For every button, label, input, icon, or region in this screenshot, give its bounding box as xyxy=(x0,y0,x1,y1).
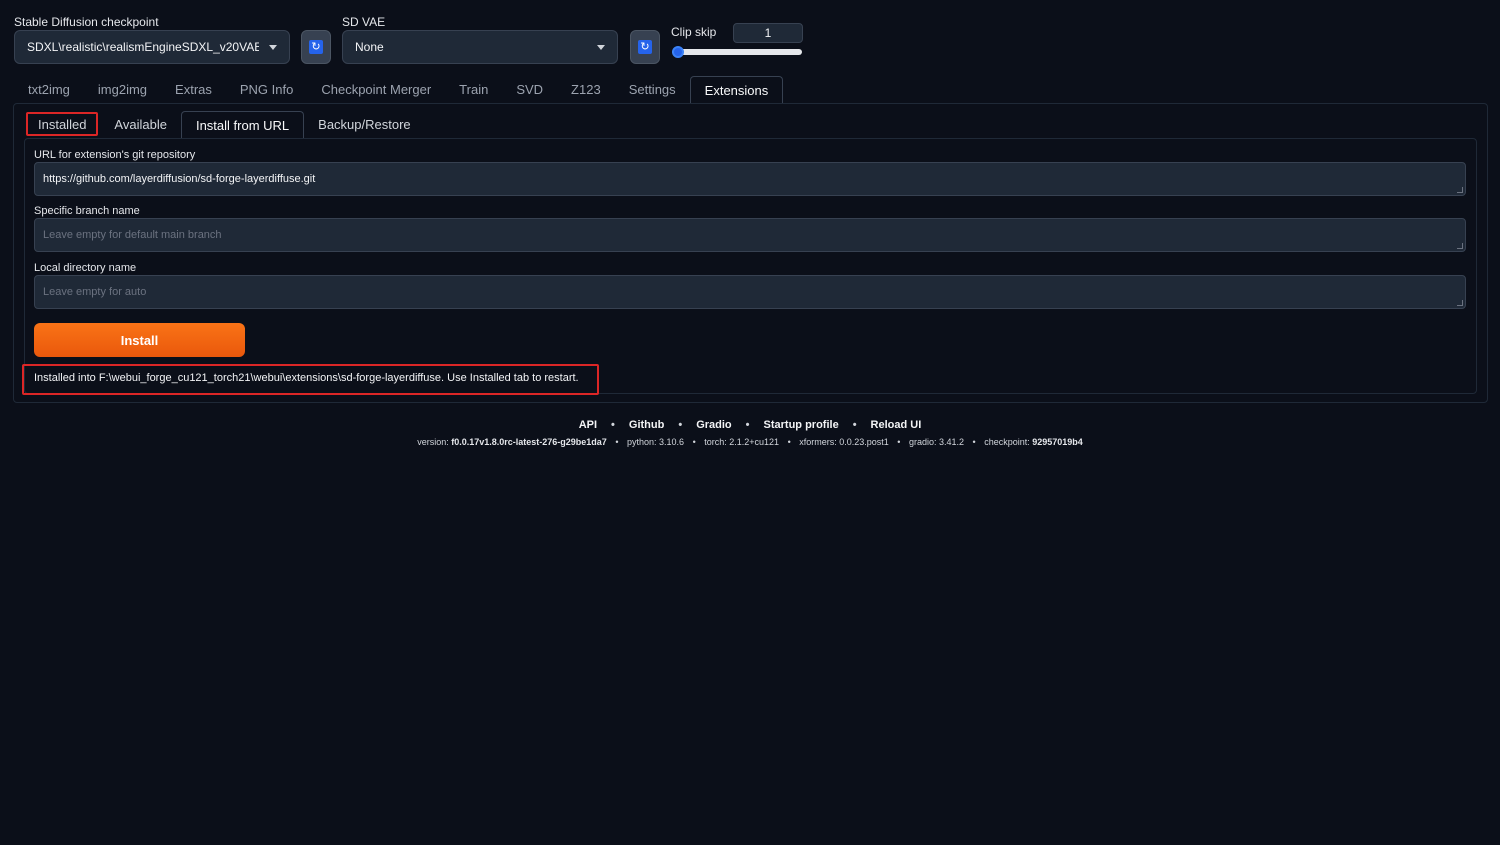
refresh-vae-button[interactable]: ↻ xyxy=(630,30,660,64)
tab-png-info[interactable]: PNG Info xyxy=(226,76,307,104)
dir-input[interactable]: Leave empty for auto xyxy=(34,275,1466,309)
tab-extensions[interactable]: Extensions xyxy=(689,76,784,104)
checkpoint-value: SDXL\realistic\realismEngineSDXL_v20VAE.… xyxy=(27,40,259,54)
tab-img2img[interactable]: img2img xyxy=(84,76,161,104)
install-button[interactable]: Install xyxy=(34,323,245,357)
checkpoint-dropdown[interactable]: SDXL\realistic\realismEngineSDXL_v20VAE.… xyxy=(14,30,290,64)
tab-checkpoint-merger[interactable]: Checkpoint Merger xyxy=(307,76,445,104)
footer-version-info: version: f0.0.17v1.8.0rc-latest-276-g29b… xyxy=(0,437,1500,447)
refresh-checkpoint-button[interactable]: ↻ xyxy=(301,30,331,64)
footer-separator: • xyxy=(745,419,750,431)
version-value: f0.0.17v1.8.0rc-latest-276-g29be1da7 xyxy=(451,437,607,447)
tab-install-from-url[interactable]: Install from URL xyxy=(180,111,305,139)
tab-txt2img[interactable]: txt2img xyxy=(14,76,84,104)
vae-dropdown[interactable]: None xyxy=(342,30,618,64)
xformers-version: xformers: 0.0.23.post1 xyxy=(799,437,889,447)
footer-link-github[interactable]: Github xyxy=(629,419,664,431)
dir-placeholder: Leave empty for auto xyxy=(43,286,147,298)
tab-available[interactable]: Available xyxy=(100,111,181,139)
url-value: https://github.com/layerdiffusion/sd-for… xyxy=(43,173,316,185)
vae-value: None xyxy=(355,40,384,54)
clip-skip-input[interactable]: 1 xyxy=(733,23,803,43)
tab-settings[interactable]: Settings xyxy=(615,76,690,104)
torch-version: torch: 2.1.2+cu121 xyxy=(704,437,780,447)
version-label: version: xyxy=(417,437,449,447)
dir-label: Local directory name xyxy=(34,262,137,274)
tab-z123[interactable]: Z123 xyxy=(557,76,615,104)
resize-grip-icon[interactable] xyxy=(1457,187,1463,193)
url-label: URL for extension's git repository xyxy=(34,149,196,161)
footer-separator: • xyxy=(897,437,901,447)
branch-input[interactable]: Leave empty for default main branch xyxy=(34,218,1466,252)
tab-train[interactable]: Train xyxy=(445,76,502,104)
footer-separator: • xyxy=(852,419,857,431)
main-tab-bar: txt2img img2img Extras PNG Info Checkpoi… xyxy=(14,76,784,104)
resize-grip-icon[interactable] xyxy=(1457,300,1463,306)
tab-backup-restore[interactable]: Backup/Restore xyxy=(304,111,425,139)
chevron-down-icon xyxy=(597,44,605,50)
tab-svd[interactable]: SVD xyxy=(502,76,557,104)
footer-link-api[interactable]: API xyxy=(579,419,597,431)
refresh-icon: ↻ xyxy=(309,40,323,54)
result-message: Installed into F:\webui_forge_cu121_torc… xyxy=(34,372,579,384)
resize-grip-icon[interactable] xyxy=(1457,243,1463,249)
vae-label: SD VAE xyxy=(342,15,386,29)
branch-label: Specific branch name xyxy=(34,205,140,217)
footer-separator: • xyxy=(678,419,683,431)
tab-extras[interactable]: Extras xyxy=(161,76,226,104)
footer-link-startup-profile[interactable]: Startup profile xyxy=(764,419,839,431)
refresh-icon: ↻ xyxy=(638,40,652,54)
highlight-installed-tab xyxy=(26,112,98,136)
footer-separator: • xyxy=(692,437,696,447)
url-input[interactable]: https://github.com/layerdiffusion/sd-for… xyxy=(34,162,1466,196)
clip-skip-slider-thumb[interactable] xyxy=(672,46,684,58)
footer-links: API • Github • Gradio • Startup profile … xyxy=(0,419,1500,431)
footer-separator: • xyxy=(972,437,976,447)
footer-link-gradio[interactable]: Gradio xyxy=(696,419,731,431)
footer-link-reload-ui[interactable]: Reload UI xyxy=(871,419,922,431)
checkpoint-label: Stable Diffusion checkpoint xyxy=(14,15,159,29)
footer-separator: • xyxy=(787,437,791,447)
checkpoint-hash-value: 92957019b4 xyxy=(1032,437,1083,447)
clip-skip-slider[interactable] xyxy=(672,49,802,55)
footer-separator: • xyxy=(615,437,619,447)
clip-skip-label: Clip skip xyxy=(671,25,717,39)
checkpoint-hash-label: checkpoint: xyxy=(984,437,1030,447)
branch-placeholder: Leave empty for default main branch xyxy=(43,229,222,241)
footer-separator: • xyxy=(611,419,615,431)
python-version: python: 3.10.6 xyxy=(627,437,685,447)
chevron-down-icon xyxy=(269,44,277,50)
gradio-version: gradio: 3.41.2 xyxy=(908,437,965,447)
